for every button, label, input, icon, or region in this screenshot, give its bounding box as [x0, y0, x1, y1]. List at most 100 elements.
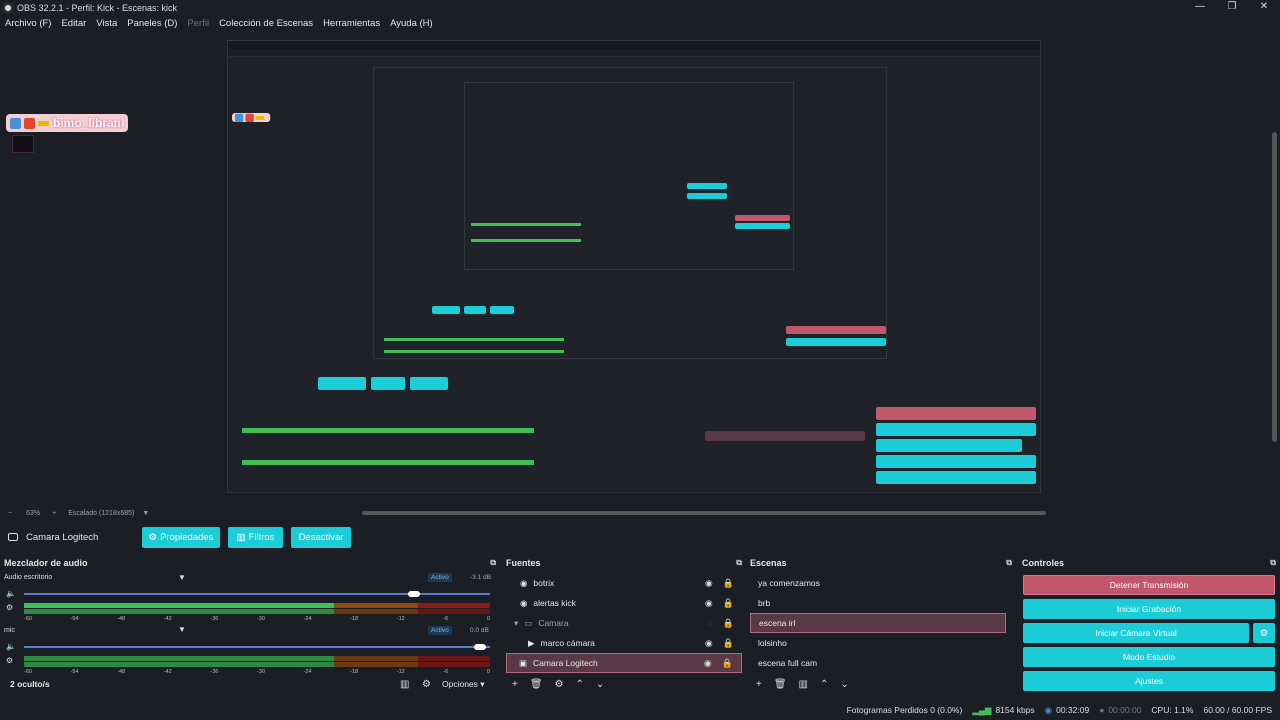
move-down-icon[interactable]: ⌄	[840, 679, 848, 690]
filter-icon[interactable]: ▥	[799, 679, 808, 690]
nested-meter-3	[384, 338, 564, 341]
mixer-settings-icon[interactable]: ⚙	[422, 679, 431, 690]
menu-editar[interactable]: Editar	[61, 18, 86, 29]
tick: -18	[350, 616, 359, 622]
settings-button[interactable]: Ajustes	[1023, 671, 1275, 691]
volume-knob[interactable]	[408, 591, 420, 597]
list-item[interactable]: ▣ Camara Logitech ◉ 🔒	[506, 653, 742, 673]
virtual-cam-settings-button[interactable]: ⚙	[1253, 623, 1275, 643]
tick: -30	[256, 669, 265, 675]
meter-red	[418, 656, 490, 661]
preview-horizontal-scrollbar[interactable]	[362, 511, 1046, 515]
move-up-icon[interactable]: ⌃	[576, 679, 584, 690]
menu-archivo[interactable]: Archivo (F)	[5, 18, 51, 29]
lock-icon[interactable]: 🔒	[722, 658, 733, 669]
add-icon[interactable]: +	[512, 679, 518, 690]
tick: -30	[256, 616, 265, 622]
scale-dropdown-icon[interactable]: ▼	[142, 510, 149, 517]
eye-icon[interactable]: ◉	[704, 658, 712, 669]
undock-icon[interactable]: ⧉	[490, 558, 496, 568]
preview-canvas[interactable]	[227, 40, 1041, 493]
list-item[interactable]: lolsinho	[750, 633, 1006, 653]
eye-hidden-icon[interactable]: ◌	[707, 618, 712, 629]
trash-icon[interactable]: 🗑	[774, 679, 787, 690]
menu-vista[interactable]: Vista	[96, 18, 117, 29]
menu-perfil[interactable]: Perfil	[187, 18, 209, 29]
undock-icon[interactable]: ⧉	[736, 558, 742, 568]
eye-icon[interactable]: ◉	[705, 638, 713, 649]
scenes-list: ya comenzamos brb escena irl lolsinho es…	[750, 573, 1006, 673]
zoom-in-button[interactable]: +	[52, 510, 56, 517]
gear-icon[interactable]: ⚙	[555, 679, 564, 690]
trash-icon[interactable]: 🗑	[530, 679, 543, 690]
eye-icon[interactable]: ◉	[705, 598, 713, 609]
meter-green	[24, 656, 334, 661]
move-up-icon[interactable]: ⌃	[820, 679, 828, 690]
minimize-button[interactable]: —	[1184, 0, 1216, 15]
tick: -6	[443, 669, 449, 675]
settings-icon[interactable]: ⚙	[6, 603, 13, 612]
start-recording-button[interactable]: Iniciar Grabación	[1023, 599, 1275, 619]
chevron-down-icon[interactable]: ▾	[514, 618, 518, 629]
title-bar: OBS 32.2.1 - Perfil: Kick - Escenas: kic…	[0, 0, 1280, 15]
nested-crown-icon	[256, 115, 265, 120]
stop-stream-button[interactable]: Detener Transmisión	[1023, 575, 1275, 595]
move-down-icon[interactable]: ⌄	[596, 679, 604, 690]
fps: 60.00 / 60.00 FPS	[1203, 705, 1272, 715]
menu-coleccion-escenas[interactable]: Colección de Escenas	[219, 18, 313, 29]
lock-icon[interactable]: 🔒	[723, 618, 734, 629]
deactivate-button[interactable]: Desactivar	[291, 526, 351, 548]
list-item[interactable]: ◉ botrix ◉ 🔒	[506, 573, 742, 593]
list-item[interactable]: ▶ marco cámara ◉ 🔒	[506, 633, 742, 653]
nested-teal-5	[464, 306, 486, 314]
start-virtual-cam-button[interactable]: Iniciar Cámara Virtual	[1023, 623, 1249, 643]
menu-ayuda[interactable]: Ayuda (H)	[390, 18, 433, 29]
list-item[interactable]: escena full cam	[750, 653, 1006, 673]
close-button[interactable]: ✕	[1248, 0, 1280, 15]
volume-slider[interactable]	[24, 593, 490, 595]
filters-button[interactable]: ▥ Filtros	[228, 526, 283, 548]
mixer-body: Audio escritorio ▼ Activo -3.1 dB 🔈 ⚙ -6…	[0, 571, 494, 679]
list-item[interactable]: escena irl	[750, 613, 1006, 633]
volume-knob[interactable]	[474, 644, 486, 650]
lock-icon[interactable]: 🔒	[723, 638, 734, 649]
chat-badge: bimo_libranl	[6, 114, 129, 132]
menu-paneles[interactable]: Paneles (D)	[127, 18, 177, 29]
list-item[interactable]: ▾ ▭ Camara ◌ 🔒	[506, 613, 742, 633]
tick: -24	[303, 669, 312, 675]
volume-slider[interactable]	[24, 646, 490, 648]
channel-menu-icon[interactable]: ▼	[178, 573, 186, 582]
preview-area[interactable]: bimo_libranl	[0, 32, 1280, 506]
list-item[interactable]: brb	[750, 593, 1006, 613]
avatar	[12, 135, 34, 153]
lock-icon[interactable]: 🔒	[723, 578, 734, 589]
mixer-options-button[interactable]: Opciones ▾	[442, 679, 485, 690]
nested-canvas-3	[464, 82, 794, 270]
channel-menu-icon[interactable]: ▼	[178, 625, 186, 634]
add-icon[interactable]: +	[756, 679, 762, 690]
eye-icon[interactable]: ◉	[705, 578, 713, 589]
speaker-icon[interactable]: 🔈	[6, 589, 16, 598]
lock-icon[interactable]: 🔒	[723, 598, 734, 609]
scroll-thumb[interactable]	[1272, 132, 1277, 442]
list-item[interactable]: ◉ alertas kick ◉ 🔒	[506, 593, 742, 613]
cpu-usage: CPU: 1.1%	[1151, 705, 1194, 715]
menu-herramientas[interactable]: Herramientas	[323, 18, 380, 29]
channel-name: Audio escritorio	[4, 574, 53, 581]
crown-badge-icon	[38, 120, 49, 126]
scene-label: ya comenzamos	[758, 578, 820, 588]
undock-icon[interactable]: ⧉	[1006, 558, 1012, 568]
zoom-out-button[interactable]: −	[8, 510, 12, 517]
settings-icon[interactable]: ⚙	[6, 656, 13, 665]
speaker-icon[interactable]: 🔈	[6, 642, 16, 651]
layout-icon[interactable]: ▥	[400, 679, 409, 690]
properties-button[interactable]: ⚙ Propiedades	[142, 526, 220, 548]
maximize-button[interactable]: ❐	[1216, 0, 1248, 15]
folder-icon: ▭	[524, 617, 533, 628]
selected-source: Camara Logitech	[8, 532, 142, 543]
preview-vertical-scrollbar[interactable]	[1268, 32, 1280, 506]
undock-icon[interactable]: ⧉	[1270, 558, 1276, 568]
list-item[interactable]: ya comenzamos	[750, 573, 1006, 593]
studio-mode-button[interactable]: Modo Estudio	[1023, 647, 1275, 667]
nested-btn-propiedades	[318, 377, 366, 390]
